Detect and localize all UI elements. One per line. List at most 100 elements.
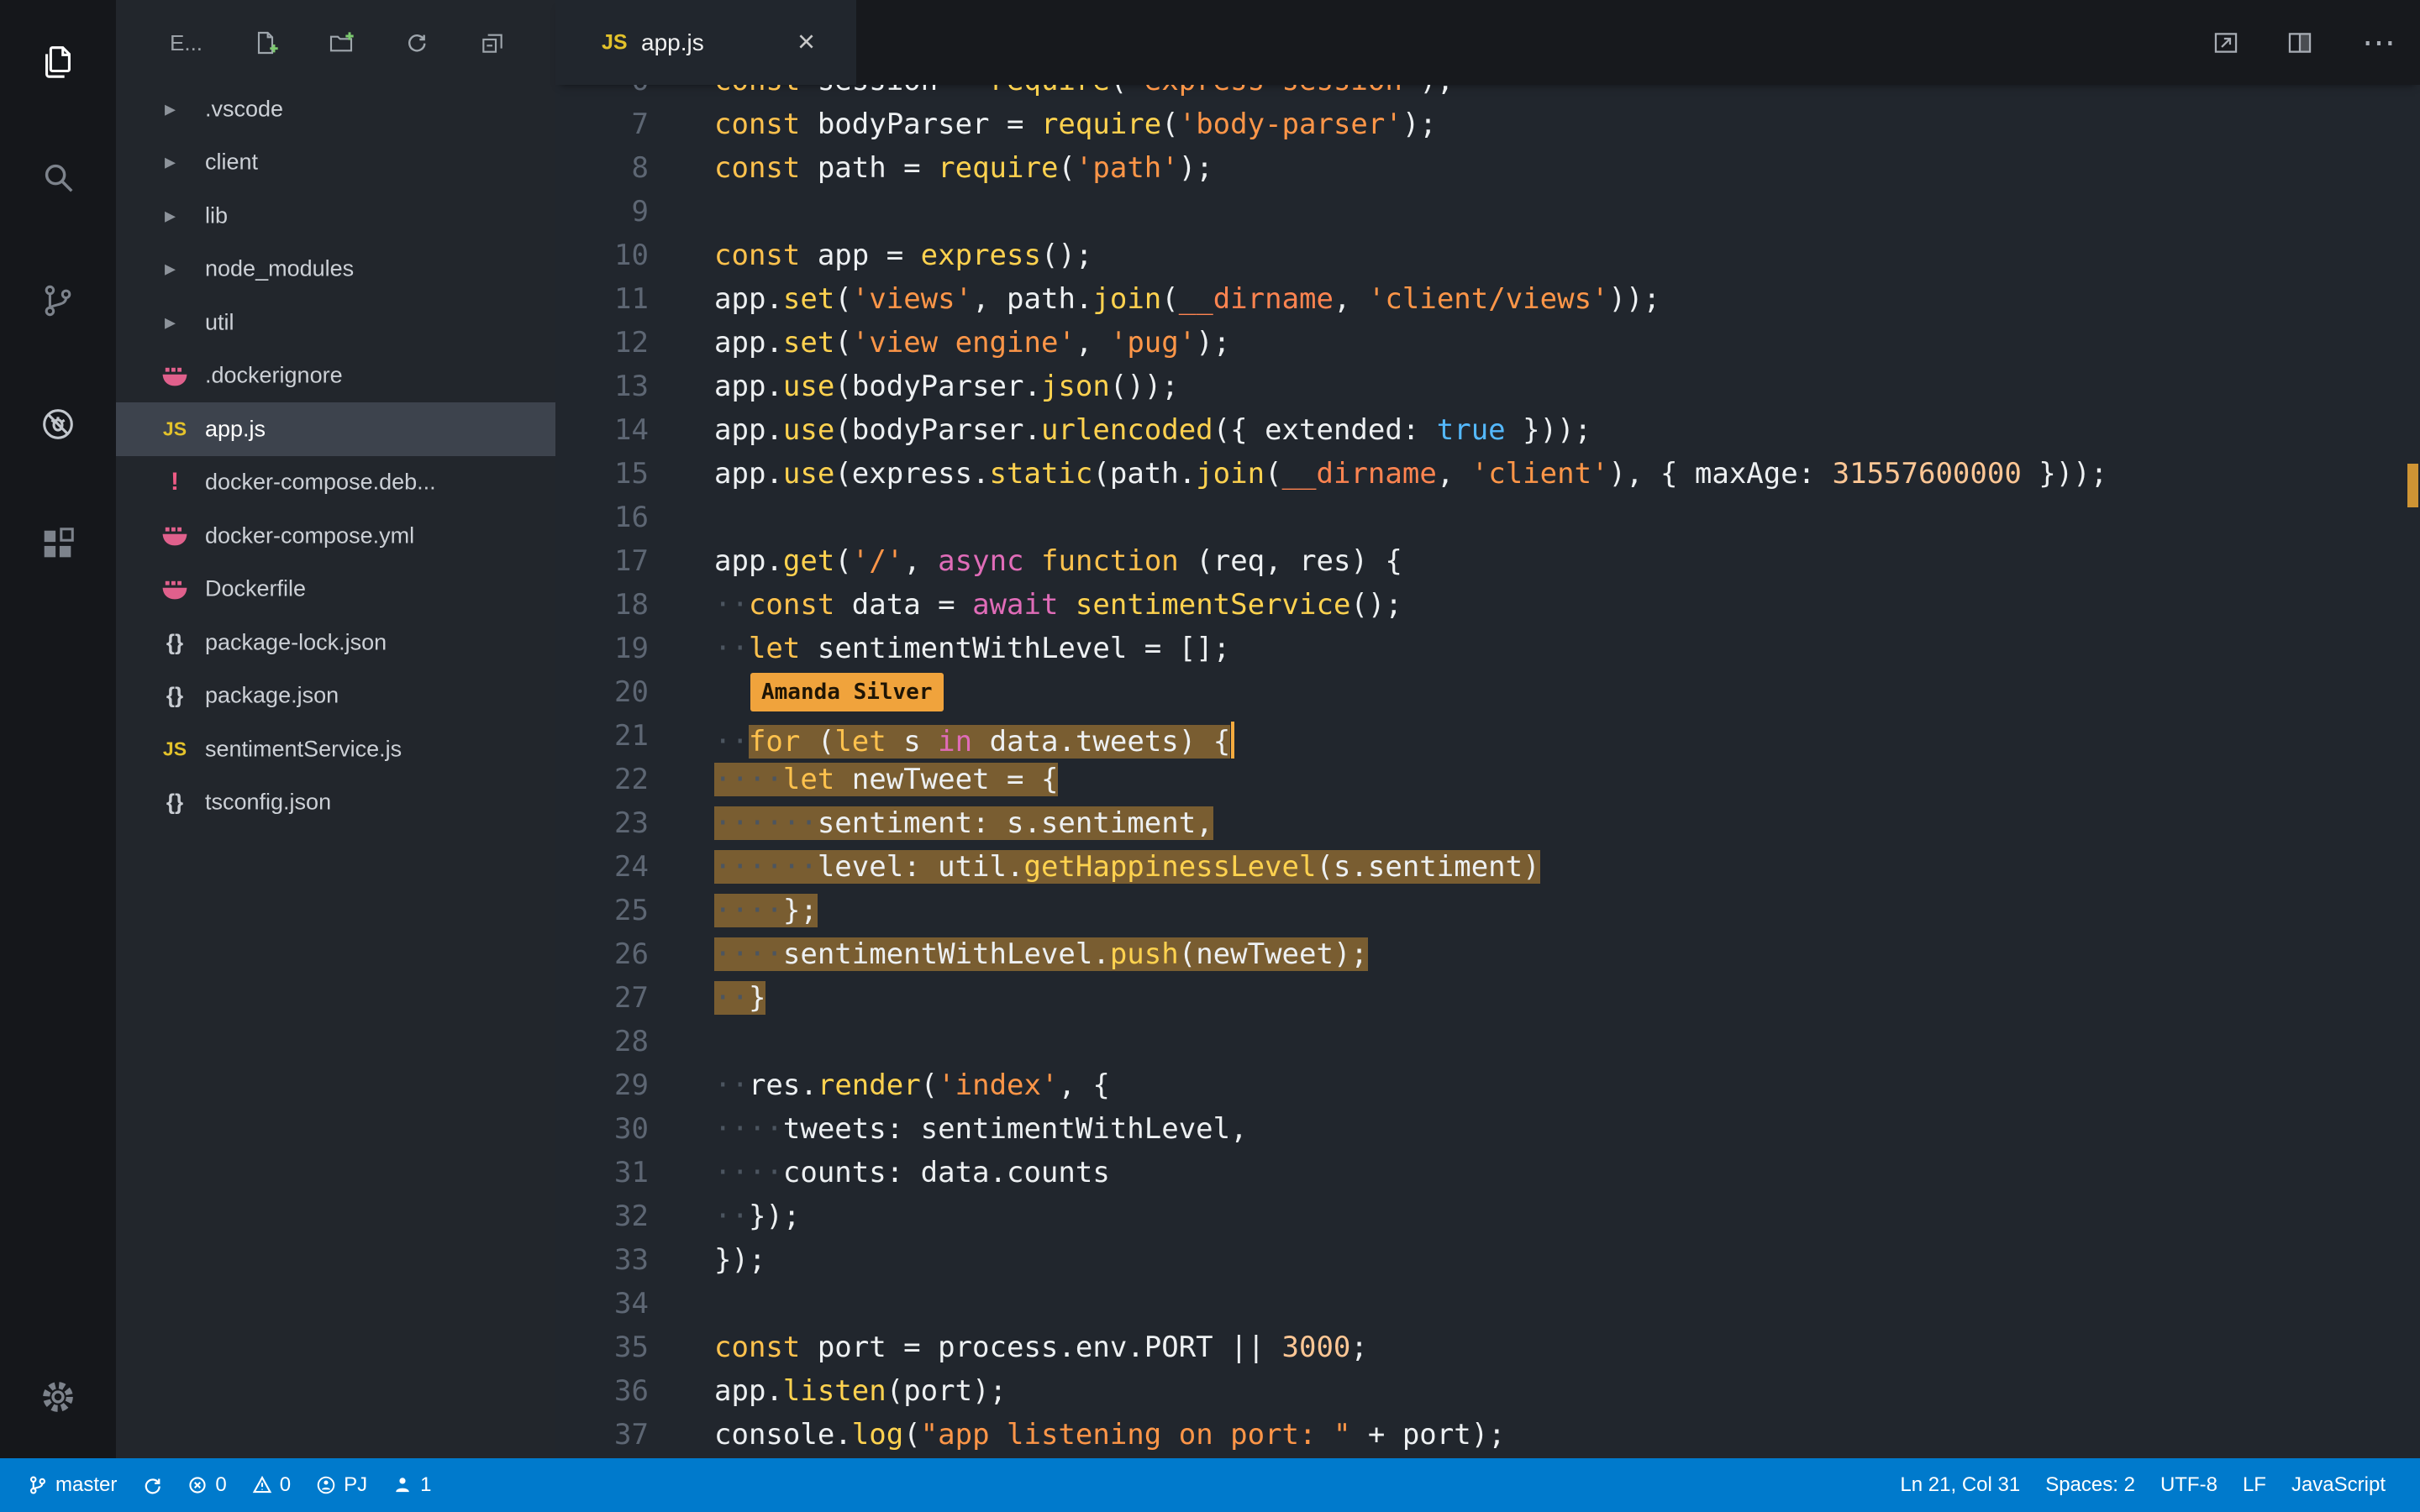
status-participants[interactable]: 1 [380, 1458, 444, 1512]
code-area[interactable]: 6const session = require('express-sessio… [555, 85, 2420, 1458]
code-text[interactable]: ··const data = await sentimentService(); [714, 583, 1402, 627]
liveshare-icon [316, 1475, 336, 1495]
status-live-share-session[interactable]: PJ [303, 1458, 380, 1512]
tree-item-docker-compose-yml[interactable]: docker-compose.yml [116, 509, 555, 563]
code-line-30: 30····tweets: sentimentWithLevel, [555, 1107, 2420, 1151]
tree-item-label: docker-compose.deb... [205, 470, 436, 496]
tree-item-label: docker-compose.yml [205, 522, 414, 549]
code-line-37: 37console.log("app listening on port: " … [555, 1413, 2420, 1457]
debug-icon[interactable] [0, 382, 116, 466]
code-line-20: 20 Amanda Silver [555, 670, 2420, 714]
line-number: 35 [555, 1326, 649, 1369]
tree-item-dockerignore[interactable]: .dockerignore [116, 349, 555, 403]
code-text[interactable]: app.set('views', path.join(__dirname, 'c… [714, 277, 1660, 321]
tree-item-lib[interactable]: ▸lib [116, 189, 555, 243]
status-bar: master 00 PJ 1 Ln 21, Col 31Spaces: 2UTF-8L… [0, 1458, 2420, 1512]
close-tab-icon[interactable]: × [797, 24, 815, 59]
code-text[interactable]: ··} [714, 976, 765, 1020]
tree-item-tsconfig-json[interactable]: {}tsconfig.json [116, 776, 555, 830]
tab-app-js[interactable]: JS app.js × [555, 0, 856, 85]
tree-item-dockerfile[interactable]: Dockerfile [116, 563, 555, 617]
tree-item-package-lock-json[interactable]: {}package-lock.json [116, 616, 555, 669]
tree-item-label: sentimentService.js [205, 736, 402, 762]
status-language-mode[interactable]: JavaScript [2279, 1458, 2398, 1512]
tree-item-label: tsconfig.json [205, 790, 331, 816]
code-text[interactable]: const bodyParser = require('body-parser'… [714, 102, 1437, 146]
code-text[interactable]: const session = require('express-session… [714, 85, 1454, 102]
code-text[interactable]: console.log("app listening on port: " + … [714, 1413, 1506, 1457]
line-number: 14 [555, 408, 649, 452]
code-text[interactable]: ····tweets: sentimentWithLevel, [714, 1107, 1248, 1151]
status-live-share-session-label: PJ [344, 1473, 367, 1497]
status-bar-right: Ln 21, Col 31Spaces: 2UTF-8LFJavaScript [1887, 1458, 2420, 1512]
code-text[interactable]: app.get('/', async function (req, res) { [714, 539, 1402, 583]
code-line-25: 25····}; [555, 889, 2420, 932]
open-changes-icon[interactable] [2207, 24, 2244, 61]
line-number: 23 [555, 801, 649, 845]
code-text[interactable]: ··res.render('index', { [714, 1063, 1110, 1107]
status-eol[interactable]: LF [2230, 1458, 2279, 1512]
tree-item-vscode[interactable]: ▸.vscode [116, 82, 555, 136]
code-text[interactable]: app.use(bodyParser.json()); [714, 365, 1179, 408]
code-text[interactable]: app.set('view engine', 'pug'); [714, 321, 1230, 365]
line-number: 20 [555, 670, 649, 714]
code-line-18: 18··const data = await sentimentService(… [555, 583, 2420, 627]
search-icon[interactable] [0, 135, 116, 219]
source-control-icon[interactable] [0, 259, 116, 343]
collapse-all-icon[interactable] [476, 26, 509, 60]
tree-item-docker-compose-deb[interactable]: !docker-compose.deb... [116, 456, 555, 510]
code-text[interactable]: app.listen(port); [714, 1369, 1007, 1413]
code-text[interactable]: app.use(bodyParser.urlencoded({ extended… [714, 408, 1591, 452]
code-text[interactable]: const path = require('path'); [714, 146, 1213, 190]
tree-item-package-json[interactable]: {}package.json [116, 669, 555, 723]
folder-chevron-icon: ▸ [165, 149, 176, 175]
docker-file-icon [155, 522, 195, 549]
line-number: 28 [555, 1020, 649, 1063]
code-text[interactable]: ··}); [714, 1194, 800, 1238]
tree-item-sentimentservice-js[interactable]: JSsentimentService.js [116, 722, 555, 776]
status-indentation[interactable]: Spaces: 2 [2033, 1458, 2148, 1512]
refresh-icon[interactable] [400, 26, 434, 60]
code-text[interactable]: const port = process.env.PORT || 3000; [714, 1326, 1368, 1369]
code-line-12: 12app.set('view engine', 'pug'); [555, 321, 2420, 365]
docker-file-icon [155, 576, 195, 602]
code-line-28: 28 [555, 1020, 2420, 1063]
tree-item-util[interactable]: ▸util [116, 296, 555, 349]
extensions-icon[interactable] [0, 502, 116, 586]
code-text[interactable]: app.use(express.static(path.join(__dirna… [714, 452, 2107, 496]
explorer-icon[interactable] [0, 19, 116, 103]
explorer-header: E... [116, 24, 555, 62]
tree-item-app-js[interactable]: JSapp.js [116, 402, 555, 456]
collaborator-name-tag: Amanda Silver [750, 673, 944, 711]
status-bar-left: master 00 PJ 1 [0, 1458, 444, 1512]
new-folder-icon[interactable] [324, 26, 358, 60]
code-line-33: 33}); [555, 1238, 2420, 1282]
code-text[interactable]: ··let sentimentWithLevel = []; [714, 627, 1230, 670]
tree-item-client[interactable]: ▸client [116, 136, 555, 190]
code-line-8: 8const path = require('path'); [555, 146, 2420, 190]
tree-item-node-modules[interactable]: ▸node_modules [116, 243, 555, 297]
new-file-icon[interactable] [249, 26, 282, 60]
tree-item-label: .vscode [205, 96, 283, 122]
line-number: 16 [555, 496, 649, 539]
code-text[interactable]: ··for (let s in data.tweets) { [714, 714, 1234, 764]
status-cursor-position[interactable]: Ln 21, Col 31 [1887, 1458, 2033, 1512]
status-git-branch[interactable]: master [15, 1458, 129, 1512]
code-text[interactable]: ······sentiment: s.sentiment, [714, 801, 1213, 845]
split-editor-icon[interactable] [2281, 24, 2318, 61]
code-text[interactable]: ······level: util.getHappinessLevel(s.se… [714, 845, 1540, 889]
status-warnings[interactable]: 0 [239, 1458, 303, 1512]
status-sync[interactable] [129, 1458, 175, 1512]
code-text[interactable]: ····}; [714, 889, 818, 932]
status-encoding[interactable]: UTF-8 [2148, 1458, 2230, 1512]
code-text[interactable]: ····let newTweet = { [714, 758, 1058, 801]
status-errors[interactable]: 0 [175, 1458, 239, 1512]
code-line-31: 31····counts: data.counts [555, 1151, 2420, 1194]
more-actions-icon[interactable]: ⋯ [2360, 24, 2397, 61]
code-text[interactable]: }); [714, 1238, 765, 1282]
line-number: 26 [555, 932, 649, 976]
code-text[interactable]: ····sentimentWithLevel.push(newTweet); [714, 932, 1368, 976]
code-text[interactable]: ····counts: data.counts [714, 1151, 1110, 1194]
settings-gear-icon[interactable] [0, 1355, 116, 1439]
code-text[interactable]: const app = express(); [714, 234, 1092, 277]
